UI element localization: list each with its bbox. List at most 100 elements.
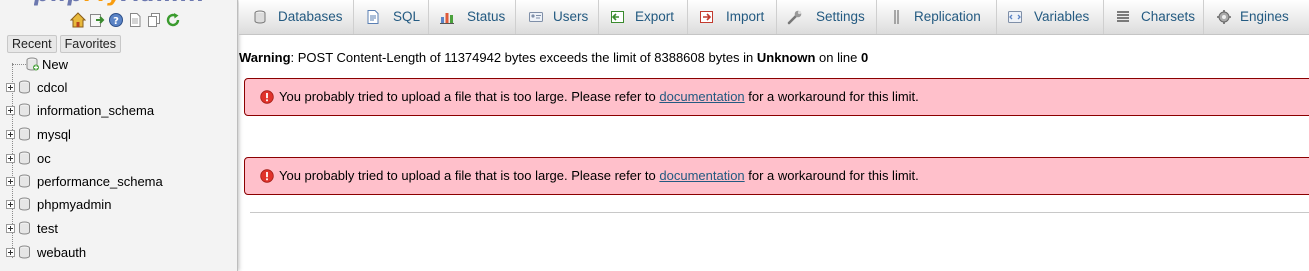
menu-engines[interactable]: Engines (1203, 0, 1309, 34)
warning-line-number: 0 (860, 50, 869, 65)
tree-item-phpmyadmin[interactable]: phpmyadmin (6, 194, 111, 214)
horizontal-divider (250, 212, 1309, 213)
menu-status-label: Status (467, 9, 506, 24)
status-chart-icon (440, 13, 454, 24)
database-icon (19, 197, 30, 211)
new-database-icon (26, 57, 39, 71)
wrench-icon (787, 10, 802, 25)
recent-tab[interactable]: Recent (7, 35, 57, 53)
navigation-icon-bar: ? (70, 11, 181, 29)
menu-databases-label: Databases (278, 9, 343, 24)
menu-replication-label: Replication (914, 9, 981, 24)
error-icon (260, 90, 274, 104)
database-icon (19, 221, 30, 235)
documentation-link[interactable]: documentation (659, 89, 744, 104)
database-icon (254, 10, 266, 24)
expand-icon[interactable] (6, 223, 15, 233)
error-message-text: You probably tried to upload a file that… (279, 168, 919, 184)
svg-text:?: ? (113, 16, 119, 27)
menu-variables[interactable]: Variables (996, 0, 1104, 34)
database-name[interactable]: test (37, 221, 58, 236)
error-text-before: You probably tried to upload a file that… (279, 89, 660, 104)
menu-import[interactable]: Import (687, 0, 777, 34)
help-icon[interactable]: ? (108, 12, 124, 28)
menu-variables-label: Variables (1034, 9, 1090, 24)
warning-text-1: : POST Content-Length of 11374942 bytes … (290, 50, 757, 65)
logout-icon[interactable] (89, 12, 105, 28)
documentation-icon[interactable] (127, 12, 143, 28)
warning-prefix: Warning (239, 50, 291, 65)
error-message-text: You probably tried to upload a file that… (279, 89, 919, 105)
tree-item-new[interactable]: New (12, 54, 68, 74)
expand-icon[interactable] (6, 129, 15, 139)
warning-location: Unknown (756, 50, 816, 65)
database-name[interactable]: cdcol (37, 80, 67, 95)
warning-text-2: on line (815, 50, 861, 65)
import-icon (700, 11, 713, 23)
new-database-label: New (42, 56, 69, 72)
menu-settings[interactable]: Settings (776, 0, 877, 34)
database-name[interactable]: webauth (37, 245, 86, 260)
menu-engines-label: Engines (1240, 9, 1289, 24)
menu-import-label: Import (726, 9, 765, 24)
menu-charsets[interactable]: Charsets (1103, 0, 1204, 34)
database-icon (19, 127, 30, 141)
expand-icon[interactable] (6, 247, 15, 257)
tree-item-performance-schema[interactable]: performance_schema (6, 171, 163, 191)
replication-icon (894, 10, 899, 24)
database-name[interactable]: performance_schema (37, 174, 163, 189)
menu-replication[interactable]: Replication (876, 0, 997, 34)
error-text-after: for a workaround for this limit. (744, 89, 919, 104)
error-message-box: You probably tried to upload a file that… (244, 157, 1309, 195)
tree-item-information-schema[interactable]: information_schema (6, 100, 154, 120)
menu-sql[interactable]: SQL (353, 0, 429, 34)
expand-icon[interactable] (6, 82, 15, 92)
menu-export[interactable]: Export (598, 0, 688, 34)
database-name[interactable]: mysql (37, 127, 71, 142)
tree-item-webauth[interactable]: webauth (6, 242, 86, 262)
tree-item-oc[interactable]: oc (6, 148, 51, 168)
menu-settings-label: Settings (816, 9, 865, 24)
tree-item-test[interactable]: test (6, 218, 58, 238)
menu-databases[interactable]: Databases (239, 0, 354, 34)
database-name[interactable]: phpmyadmin (37, 197, 111, 212)
database-icon (19, 103, 30, 117)
error-text-before: You probably tried to upload a file that… (279, 168, 660, 183)
expand-icon[interactable] (6, 176, 15, 186)
tree-item-mysql[interactable]: mysql (6, 124, 71, 144)
phpmyadmin-logo[interactable]: phpMyAdmin (34, 0, 204, 6)
error-icon (260, 169, 274, 183)
phpmyadmin-window: phpMyAdmin ? (0, 0, 1309, 271)
database-name[interactable]: information_schema (37, 103, 154, 118)
reload-icon[interactable] (165, 12, 181, 28)
database-name[interactable]: oc (37, 151, 51, 166)
engines-icon (1217, 10, 1231, 24)
error-message-box: You probably tried to upload a file that… (244, 78, 1309, 116)
error-text-after: for a workaround for this limit. (744, 168, 919, 183)
database-icon (19, 151, 30, 165)
home-icon[interactable] (70, 12, 86, 28)
favorites-tab[interactable]: Favorites (59, 35, 122, 53)
charsets-icon (1117, 11, 1129, 22)
tree-item-cdcol[interactable]: cdcol (6, 77, 67, 97)
expand-icon[interactable] (6, 105, 15, 115)
menu-export-label: Export (635, 9, 675, 24)
menu-users[interactable]: Users (515, 0, 599, 34)
expand-icon[interactable] (6, 153, 15, 163)
expand-icon[interactable] (6, 199, 15, 209)
sql-icon (367, 10, 379, 24)
tree-connector-dash (12, 63, 26, 65)
php-warning-message: Warning: POST Content-Length of 11374942… (239, 50, 868, 66)
variables-icon (1008, 11, 1022, 23)
documentation-link[interactable]: documentation (659, 168, 744, 183)
menu-users-label: Users (553, 9, 589, 24)
database-icon (19, 174, 30, 188)
navigation-tabs: Recent Favorites (7, 35, 122, 53)
users-icon (529, 12, 543, 22)
export-icon (611, 11, 624, 23)
menu-charsets-label: Charsets (1141, 9, 1196, 24)
menu-status[interactable]: Status (428, 0, 516, 34)
navigation-panel: phpMyAdmin ? (0, 0, 238, 271)
copy-icon[interactable] (146, 12, 162, 28)
database-icon (19, 245, 30, 259)
